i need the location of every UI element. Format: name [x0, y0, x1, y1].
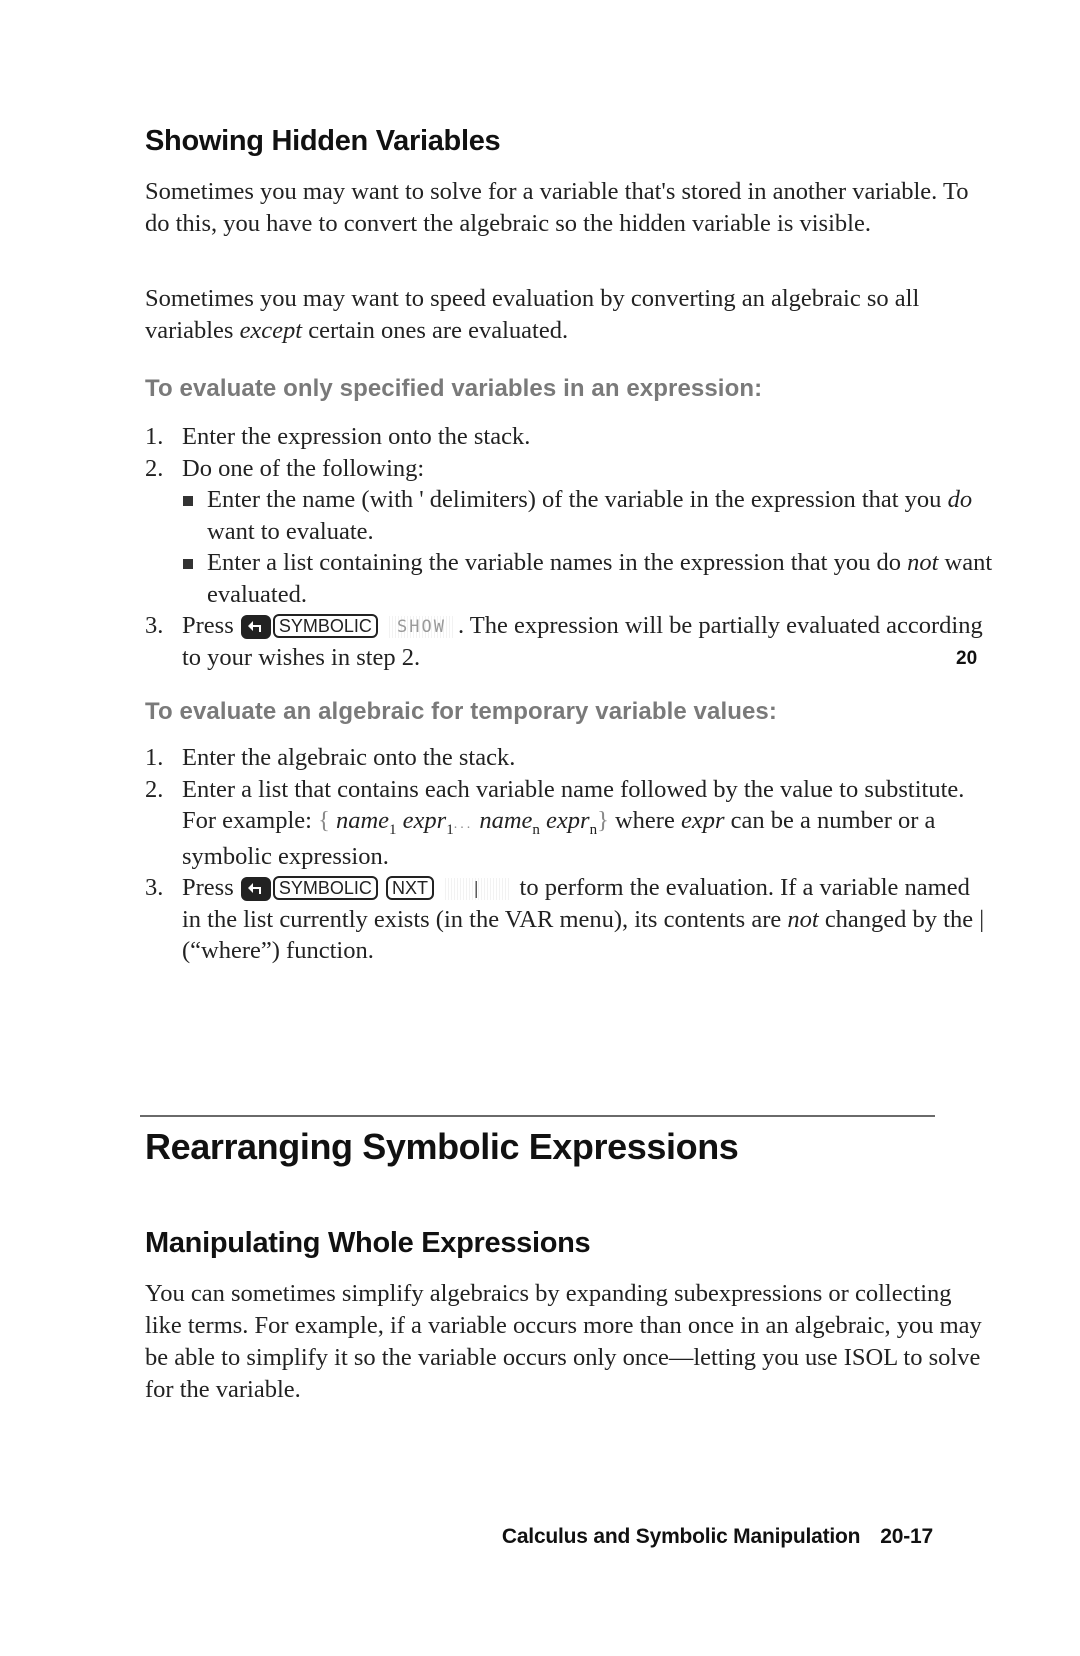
step-number: 3.	[145, 874, 164, 901]
left-shift-arrow-icon	[247, 621, 261, 632]
section-divider	[140, 1115, 935, 1117]
left-shift-key	[240, 877, 271, 901]
bullet-item: Enter the name (with ' delimiters) of th…	[182, 484, 995, 547]
intro-paragraph: Sometimes you may want to solve for a va…	[145, 178, 969, 237]
emphasis-not: not	[907, 549, 939, 576]
procedure-steps-specified: 1. Enter the expression onto the stack. …	[145, 421, 995, 673]
ellipsis: ...	[453, 817, 474, 832]
open-brace: {	[318, 807, 330, 834]
left-shift-arrow-icon	[247, 883, 261, 894]
procedure-heading-temporary-values: To evaluate an algebraic for temporary v…	[145, 698, 777, 725]
step-number: 2.	[145, 454, 164, 482]
speed-evaluation-paragraph: Sometimes you may want to speed evaluati…	[145, 283, 985, 347]
emphasis-expr: expr	[680, 807, 725, 834]
step-item: 2. Do one of the following: Enter the na…	[145, 453, 995, 611]
procedure-heading-specified-variables: To evaluate only specified variables in …	[145, 375, 763, 402]
where-softkey: |	[445, 878, 510, 900]
left-shift-key	[240, 615, 271, 639]
press-label: Press	[182, 874, 234, 901]
symbolic-key: SYMBOLIC	[272, 614, 378, 638]
square-bullet-icon	[183, 559, 193, 569]
bullet-item: Enter a list containing the variable nam…	[182, 547, 995, 610]
procedure-steps-temporary: 1. Enter the algebraic onto the stack. 2…	[145, 742, 995, 967]
emphasis-do: do	[947, 486, 973, 513]
step-item: 1. Enter the expression onto the stack.	[145, 421, 995, 453]
section-heading-rearranging: Rearranging Symbolic Expressions	[145, 1126, 739, 1167]
emphasis-except: except	[239, 317, 303, 344]
press-label: Press	[182, 612, 234, 639]
step-number: 3.	[145, 612, 164, 639]
example-expr: expr	[402, 807, 447, 834]
section-heading-manipulating: Manipulating Whole Expressions	[145, 1227, 591, 1259]
show-softkey: SHOW	[389, 616, 454, 638]
step-item: 3. Press SYMBOLIC NXT | to perform the e…	[145, 872, 995, 967]
step-number: 1.	[145, 744, 164, 771]
symbolic-key: SYMBOLIC	[272, 876, 378, 900]
bullet-text: Enter the name (with ' delimiters) of th…	[207, 486, 948, 513]
example-expr: expr	[546, 807, 590, 834]
example-subscript: 1	[389, 821, 397, 838]
step-number: 2.	[145, 775, 164, 803]
page-footer: Calculus and Symbolic Manipulation 20-17	[502, 1525, 933, 1549]
close-brace: }	[597, 807, 609, 834]
step-text: Do one of the following:	[182, 454, 425, 482]
bullet-text: Enter a list containing the variable nam…	[207, 549, 908, 576]
step-number: 1.	[145, 423, 164, 450]
square-bullet-icon	[183, 496, 193, 506]
step-item: 2. Enter a list that contains each varia…	[145, 774, 995, 873]
manual-page: Showing Hidden Variables Sometimes you m…	[0, 0, 1080, 1656]
step-text: Enter the expression onto the stack.	[182, 423, 531, 450]
step-item: 3. Press SYMBOLIC SHOW. The expression w…	[145, 610, 995, 673]
emphasis-not: not	[787, 905, 819, 933]
para-text: certain ones are evaluated.	[302, 317, 569, 344]
example-subscript: 1	[446, 821, 454, 838]
page-number: 20-17	[880, 1525, 933, 1548]
nxt-key: NXT	[386, 876, 435, 900]
step-text: where	[608, 807, 681, 834]
step-item: 1. Enter the algebraic onto the stack.	[145, 742, 995, 774]
section-heading-showing-hidden-variables: Showing Hidden Variables	[145, 125, 501, 157]
step-text: Enter the algebraic onto the stack.	[182, 744, 516, 771]
example-name: name	[335, 807, 390, 834]
chapter-title: Calculus and Symbolic Manipulation	[501, 1525, 861, 1548]
bullet-text: want to evaluate.	[207, 517, 374, 545]
bullet-list: Enter the name (with ' delimiters) of th…	[182, 484, 995, 610]
manipulating-paragraph: You can sometimes simplify algebraics by…	[145, 1280, 982, 1403]
example-subscript: n	[589, 821, 598, 838]
list-example: { name1 expr1... namen exprn}	[318, 807, 609, 837]
example-name: name	[479, 807, 533, 834]
example-subscript: n	[532, 821, 540, 838]
chapter-thumb-tab: 20	[956, 648, 978, 669]
